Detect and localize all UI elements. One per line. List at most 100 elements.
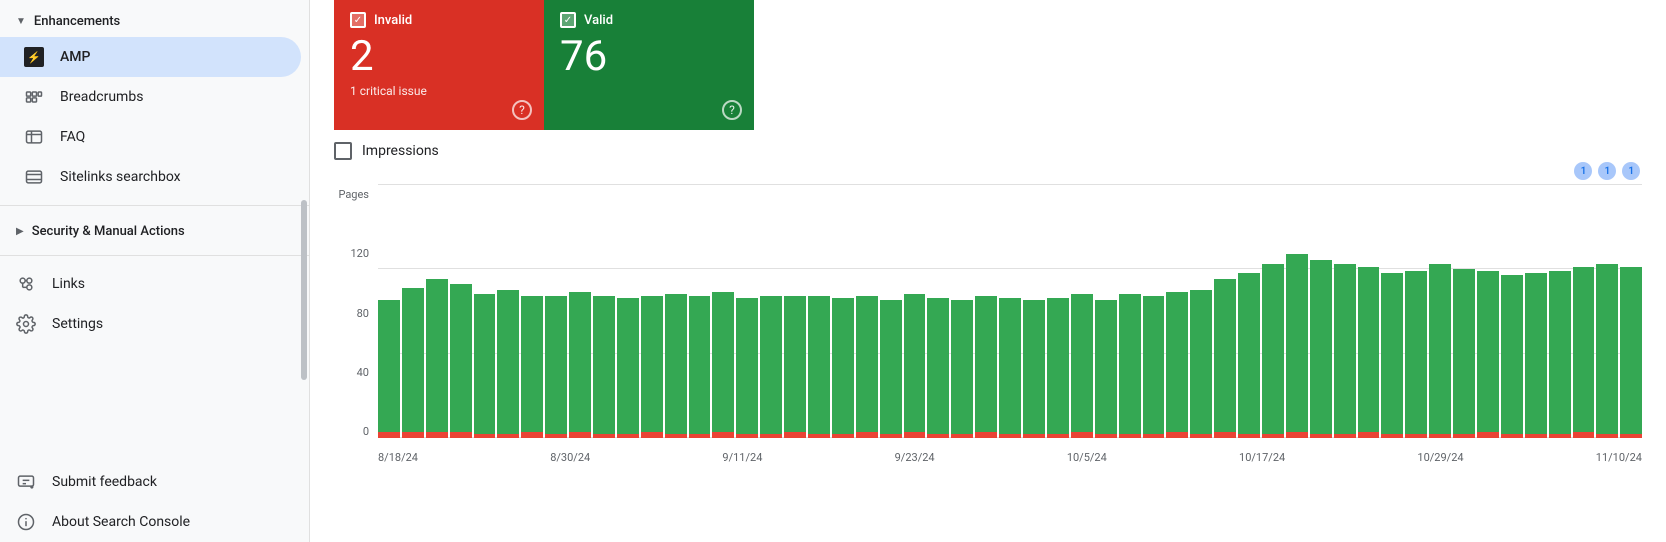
- bar-valid: [1262, 264, 1284, 433]
- bar-group: [927, 184, 949, 438]
- bar-valid: [1525, 273, 1547, 434]
- sidebar-item-feedback[interactable]: Submit feedback: [0, 462, 301, 502]
- bar-invalid: [1549, 434, 1571, 438]
- impressions-checkbox[interactable]: [334, 142, 352, 160]
- settings-icon: [16, 314, 36, 334]
- invalid-card[interactable]: ✓ Invalid 2 1 critical issue ?: [334, 0, 544, 130]
- bar-group: [856, 184, 878, 438]
- bar-invalid: [712, 432, 734, 438]
- bar-group: [1549, 184, 1571, 438]
- bar-valid: [1453, 269, 1475, 434]
- divider-2: [0, 255, 309, 256]
- invalid-checkbox[interactable]: ✓: [350, 12, 366, 28]
- x-label: 10/29/24: [1417, 451, 1463, 464]
- bar-invalid: [999, 434, 1021, 438]
- bar-group: [426, 184, 448, 438]
- bar-group: [1071, 184, 1093, 438]
- bar-invalid: [545, 434, 567, 438]
- bar-invalid: [1358, 432, 1380, 438]
- bar-invalid: [378, 432, 400, 438]
- bar-group: [999, 184, 1021, 438]
- chart-container: Pages 120 80 40 0 111 8/18/248/30/249/11…: [334, 168, 1642, 468]
- bar-invalid: [1573, 432, 1595, 438]
- invalid-card-header: ✓ Invalid: [350, 12, 528, 28]
- bar-valid: [1620, 267, 1642, 434]
- y-axis: Pages 120 80 40 0: [334, 188, 369, 438]
- links-icon: [16, 274, 36, 294]
- sidebar-scrollbar[interactable]: [301, 200, 307, 380]
- bar-valid: [569, 292, 591, 432]
- bar-valid: [1286, 254, 1308, 432]
- bar-group: [1214, 184, 1236, 438]
- bar-invalid: [1477, 432, 1499, 438]
- sidebar-item-sitelinks[interactable]: Sitelinks searchbox: [0, 157, 301, 197]
- bar-invalid: [760, 434, 782, 438]
- bar-invalid: [1501, 434, 1523, 438]
- valid-count: 76: [560, 34, 738, 80]
- bar-group: 1: [1620, 184, 1642, 438]
- bar-invalid: [641, 432, 663, 438]
- valid-label: Valid: [584, 13, 613, 28]
- bar-invalid: [569, 432, 591, 438]
- x-label: 10/5/24: [1067, 451, 1107, 464]
- amp-icon: ⚡: [24, 47, 44, 67]
- bar-valid: [1549, 271, 1571, 434]
- security-section[interactable]: ▶ Security & Manual Actions: [0, 214, 309, 247]
- chart-inner: 111: [378, 184, 1642, 438]
- bar-valid: [1573, 267, 1595, 432]
- bar-group: [1286, 184, 1308, 438]
- bar-group: [1119, 184, 1141, 438]
- sidebar-item-links[interactable]: Links: [0, 264, 301, 304]
- valid-help-icon[interactable]: ?: [722, 100, 742, 120]
- bar-invalid: [426, 432, 448, 438]
- impressions-row: Impressions: [334, 142, 1642, 160]
- bar-group: [1453, 184, 1475, 438]
- bar-invalid: [856, 432, 878, 438]
- bar-valid: [1429, 264, 1451, 433]
- bar-valid: [999, 298, 1021, 433]
- bar-group: [378, 184, 400, 438]
- divider-1: [0, 205, 309, 206]
- bar-valid: [784, 296, 806, 431]
- x-label: 8/18/24: [378, 451, 418, 464]
- valid-card[interactable]: ✓ Valid 76 ?: [544, 0, 754, 130]
- bar-valid: [1071, 294, 1093, 432]
- sidebar-breadcrumbs-label: Breadcrumbs: [60, 89, 143, 105]
- chart-bars: 111: [378, 184, 1642, 438]
- bar-invalid: [521, 432, 543, 438]
- bar-valid: [450, 284, 472, 432]
- bar-invalid: [1405, 434, 1427, 438]
- bar-valid: [497, 290, 519, 434]
- valid-card-header: ✓ Valid: [560, 12, 738, 28]
- bar-group: [521, 184, 543, 438]
- bar-group: 1: [1596, 184, 1618, 438]
- chevron-right-icon: ▶: [16, 226, 24, 237]
- sidebar-item-faq[interactable]: FAQ: [0, 117, 301, 157]
- sidebar-faq-label: FAQ: [60, 129, 85, 145]
- bar-group: [617, 184, 639, 438]
- bar-group: [1429, 184, 1451, 438]
- enhancements-section[interactable]: ▼ Enhancements: [0, 4, 309, 37]
- bar-badge: 1: [1622, 162, 1640, 180]
- bar-valid: [545, 296, 567, 434]
- bar-valid: [521, 296, 543, 431]
- sidebar-sitelinks-label: Sitelinks searchbox: [60, 169, 181, 185]
- bar-valid: [665, 294, 687, 434]
- bar-group: [1047, 184, 1069, 438]
- bar-group: [1143, 184, 1165, 438]
- sidebar-item-breadcrumbs[interactable]: Breadcrumbs: [0, 77, 301, 117]
- sidebar-item-amp[interactable]: ⚡ AMP: [0, 37, 301, 77]
- sidebar-item-about[interactable]: About Search Console: [0, 502, 301, 542]
- sidebar-item-settings[interactable]: Settings: [0, 304, 301, 344]
- bar-group: [1501, 184, 1523, 438]
- x-label: 9/11/24: [722, 451, 762, 464]
- bar-group: [1166, 184, 1188, 438]
- stat-cards: ✓ Invalid 2 1 critical issue ? ✓ Valid 7…: [334, 0, 1642, 130]
- main-content: ✓ Invalid 2 1 critical issue ? ✓ Valid 7…: [310, 0, 1666, 542]
- bar-group: [689, 184, 711, 438]
- invalid-help-icon[interactable]: ?: [512, 100, 532, 120]
- bar-group: [880, 184, 902, 438]
- bar-group: [545, 184, 567, 438]
- bar-group: [1238, 184, 1260, 438]
- valid-checkbox[interactable]: ✓: [560, 12, 576, 28]
